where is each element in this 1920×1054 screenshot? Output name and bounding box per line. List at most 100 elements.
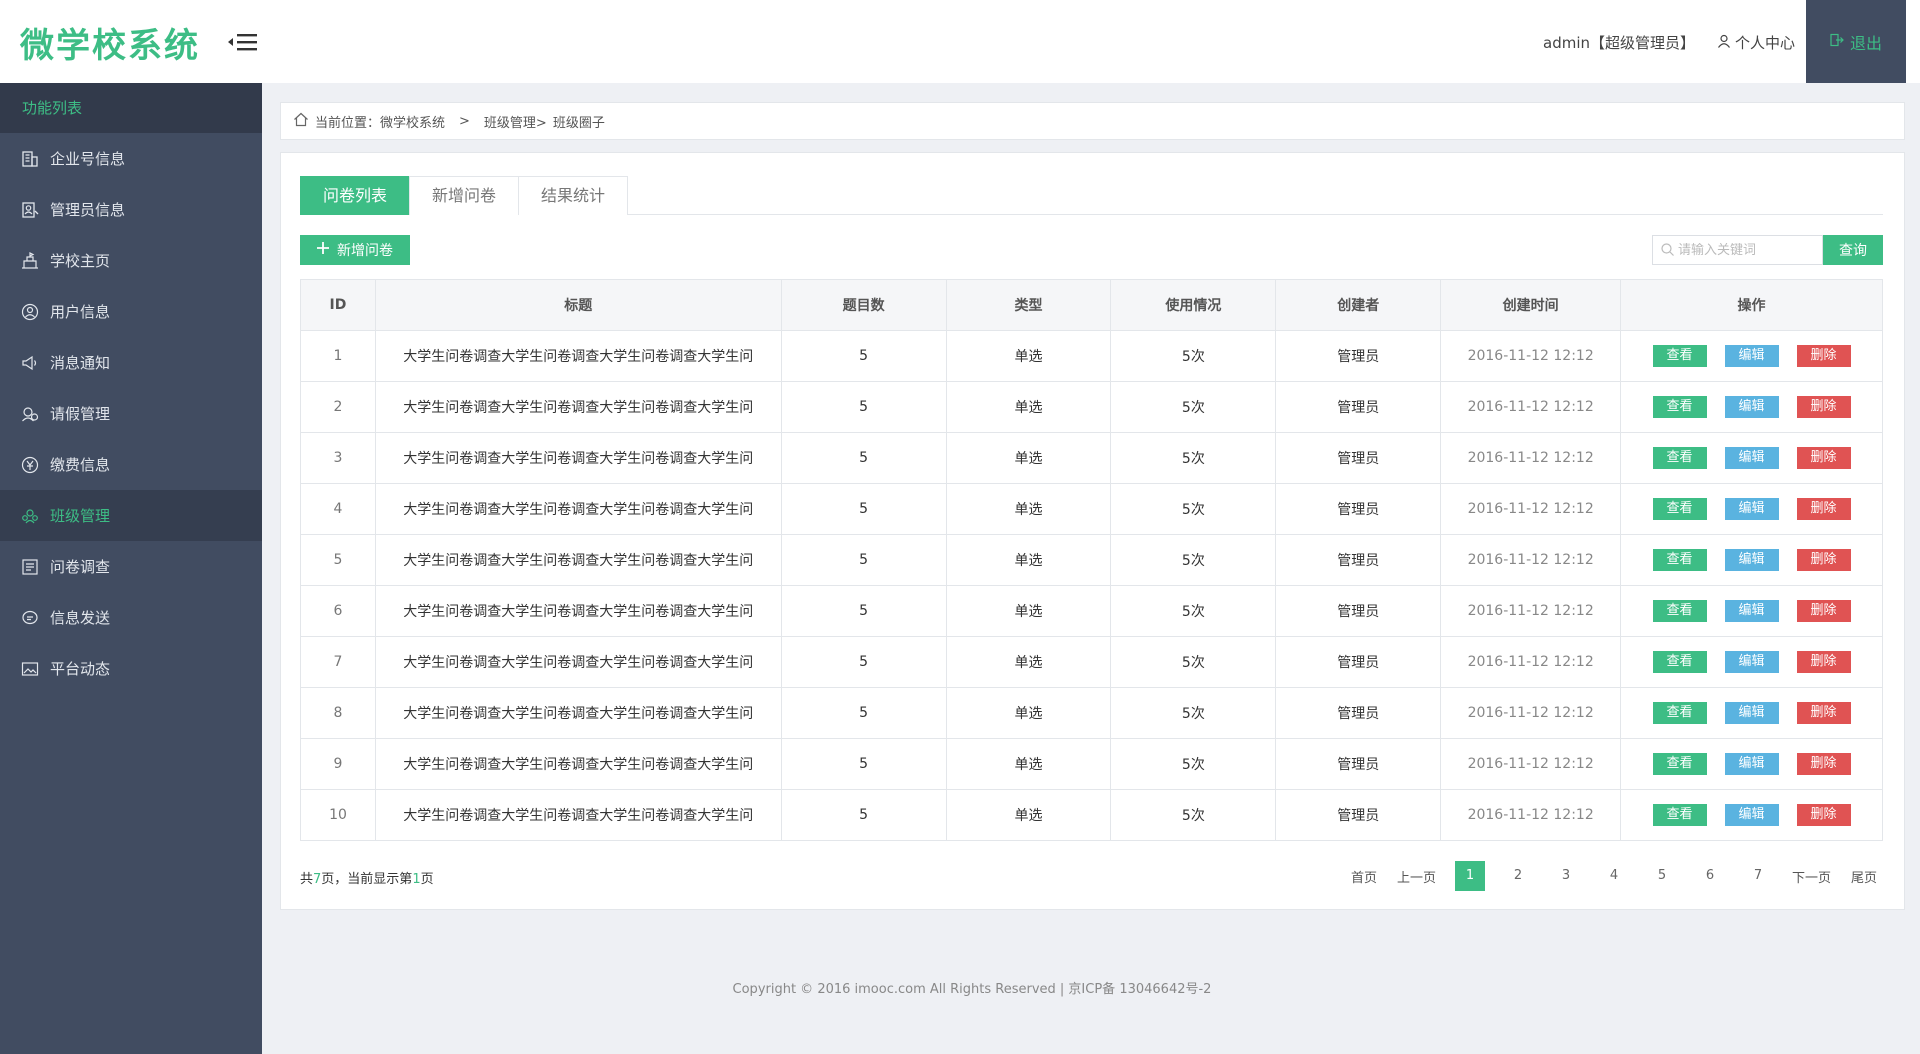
cell-count: 5 [780, 738, 947, 790]
edit-button[interactable]: 编辑 [1724, 702, 1779, 724]
cell-title: 大学生问卷调查大学生问卷调查大学生问卷调查大学生问 [374, 534, 782, 586]
edit-button[interactable]: 编辑 [1724, 498, 1779, 520]
view-button[interactable]: 查看 [1652, 447, 1707, 469]
breadcrumb-class-manage[interactable]: 班级管理> [484, 112, 547, 131]
edit-button[interactable]: 编辑 [1724, 753, 1779, 775]
sidebar-item-messages[interactable]: 信息发送 [0, 592, 262, 643]
delete-button[interactable]: 删除 [1796, 549, 1851, 571]
page-info-mid: 页，当前显示第 [321, 872, 413, 887]
sidebar-item-label: 平台动态 [50, 660, 111, 678]
cell-id: 5 [300, 534, 376, 586]
view-button[interactable]: 查看 [1652, 600, 1707, 622]
search-button[interactable]: 查询 [1823, 235, 1883, 265]
cell-type: 单选 [945, 381, 1112, 433]
page-button[interactable]: 4 [1599, 861, 1629, 891]
add-survey-label: 新增问卷 [337, 243, 393, 259]
view-button[interactable]: 查看 [1652, 549, 1707, 571]
breadcrumb-root[interactable]: 当前位置：微学校系统 [315, 112, 445, 131]
cell-ops: 查看 编辑 删除 [1620, 789, 1883, 841]
page-button[interactable]: 1 [1455, 861, 1486, 891]
view-button[interactable]: 查看 [1652, 753, 1707, 775]
col-header-usage: 使用情况 [1110, 279, 1277, 331]
survey-icon [20, 557, 40, 577]
delete-button[interactable]: 删除 [1796, 753, 1851, 775]
delete-button[interactable]: 删除 [1796, 396, 1851, 418]
view-button[interactable]: 查看 [1652, 498, 1707, 520]
logout-button[interactable]: 退出 [1806, 0, 1906, 83]
table-row: 8 大学生问卷调查大学生问卷调查大学生问卷调查大学生问 5 单选 5次 管理员 … [300, 687, 1883, 739]
edit-button[interactable]: 编辑 [1724, 804, 1779, 826]
sidebar-item-label: 信息发送 [50, 609, 111, 627]
cell-id: 10 [300, 789, 376, 841]
sidebar-item-users[interactable]: 用户信息 [0, 286, 262, 337]
sidebar-item-label: 用户信息 [50, 303, 111, 321]
cell-type: 单选 [945, 738, 1112, 790]
next-page-button[interactable]: 下一页 [1792, 867, 1831, 886]
edit-button[interactable]: 编辑 [1724, 600, 1779, 622]
tab-result-stats[interactable]: 结果统计 [518, 176, 629, 215]
sidebar-item-admin[interactable]: 管理员信息 [0, 184, 262, 235]
table-row: 2 大学生问卷调查大学生问卷调查大学生问卷调查大学生问 5 单选 5次 管理员 … [300, 381, 1883, 433]
sidebar-item-survey[interactable]: 问卷调查 [0, 541, 262, 592]
edit-button[interactable]: 编辑 [1724, 345, 1779, 367]
sidebar-item-dynamics[interactable]: 平台动态 [0, 643, 262, 694]
cell-type: 单选 [945, 585, 1112, 637]
first-page-button[interactable]: 首页 [1351, 867, 1377, 886]
sidebar-item-enterprise[interactable]: 企业号信息 [0, 133, 262, 184]
add-survey-button[interactable]: 新增问卷 [300, 235, 410, 265]
sidebar: 功能列表 企业号信息 管理员信息 学校主页 用户信息 消息通知 请假管理 缴费信… [0, 83, 262, 1054]
cell-id: 4 [300, 483, 376, 535]
delete-button[interactable]: 删除 [1796, 804, 1851, 826]
search-input[interactable] [1678, 242, 1808, 258]
col-header-count: 题目数 [780, 279, 947, 331]
sidebar-item-notifications[interactable]: 消息通知 [0, 337, 262, 388]
page-button[interactable]: 2 [1503, 861, 1533, 891]
delete-button[interactable]: 删除 [1796, 498, 1851, 520]
megaphone-icon [20, 353, 40, 373]
sidebar-item-label: 消息通知 [50, 354, 111, 372]
app-logo[interactable]: 微学校系统 [20, 18, 200, 67]
edit-button[interactable]: 编辑 [1724, 447, 1779, 469]
page-button[interactable]: 5 [1647, 861, 1677, 891]
delete-button[interactable]: 删除 [1796, 345, 1851, 367]
view-button[interactable]: 查看 [1652, 345, 1707, 367]
tab-survey-list[interactable]: 问卷列表 [300, 176, 411, 215]
tab-add-survey[interactable]: 新增问卷 [409, 176, 520, 215]
page-button[interactable]: 6 [1695, 861, 1725, 891]
sidebar-item-label: 缴费信息 [50, 456, 111, 474]
page-button[interactable]: 3 [1551, 861, 1581, 891]
edit-button[interactable]: 编辑 [1724, 651, 1779, 673]
delete-button[interactable]: 删除 [1796, 702, 1851, 724]
col-header-id: ID [300, 279, 376, 331]
page-info-pre: 共 [300, 872, 314, 887]
sidebar-item-payment[interactable]: 缴费信息 [0, 439, 262, 490]
edit-button[interactable]: 编辑 [1724, 396, 1779, 418]
table-row: 7 大学生问卷调查大学生问卷调查大学生问卷调查大学生问 5 单选 5次 管理员 … [300, 636, 1883, 688]
cell-ops: 查看 编辑 删除 [1620, 432, 1883, 484]
view-button[interactable]: 查看 [1652, 396, 1707, 418]
cell-usage: 5次 [1110, 330, 1277, 382]
delete-button[interactable]: 删除 [1796, 447, 1851, 469]
sidebar-toggle-icon[interactable] [228, 30, 262, 54]
col-header-creator: 创建者 [1275, 279, 1442, 331]
cell-usage: 5次 [1110, 381, 1277, 433]
pagination: 首页 上一页 1 2 3 4 5 6 7 下一页 尾页 [1341, 861, 1887, 891]
view-button[interactable]: 查看 [1652, 702, 1707, 724]
cell-count: 5 [780, 483, 947, 535]
page-button[interactable]: 7 [1743, 861, 1773, 891]
cell-count: 5 [780, 330, 947, 382]
view-button[interactable]: 查看 [1652, 804, 1707, 826]
last-page-button[interactable]: 尾页 [1851, 867, 1877, 886]
delete-button[interactable]: 删除 [1796, 651, 1851, 673]
cell-time: 2016-11-12 12:12 [1440, 687, 1622, 739]
breadcrumb-separator: > [459, 113, 470, 129]
user-center-link[interactable]: 个人中心 [1717, 32, 1795, 53]
sidebar-item-class[interactable]: 班级管理 [0, 490, 262, 541]
prev-page-button[interactable]: 上一页 [1397, 867, 1436, 886]
sidebar-item-leave[interactable]: 请假管理 [0, 388, 262, 439]
view-button[interactable]: 查看 [1652, 651, 1707, 673]
edit-button[interactable]: 编辑 [1724, 549, 1779, 571]
delete-button[interactable]: 删除 [1796, 600, 1851, 622]
cell-time: 2016-11-12 12:12 [1440, 738, 1622, 790]
sidebar-item-school[interactable]: 学校主页 [0, 235, 262, 286]
